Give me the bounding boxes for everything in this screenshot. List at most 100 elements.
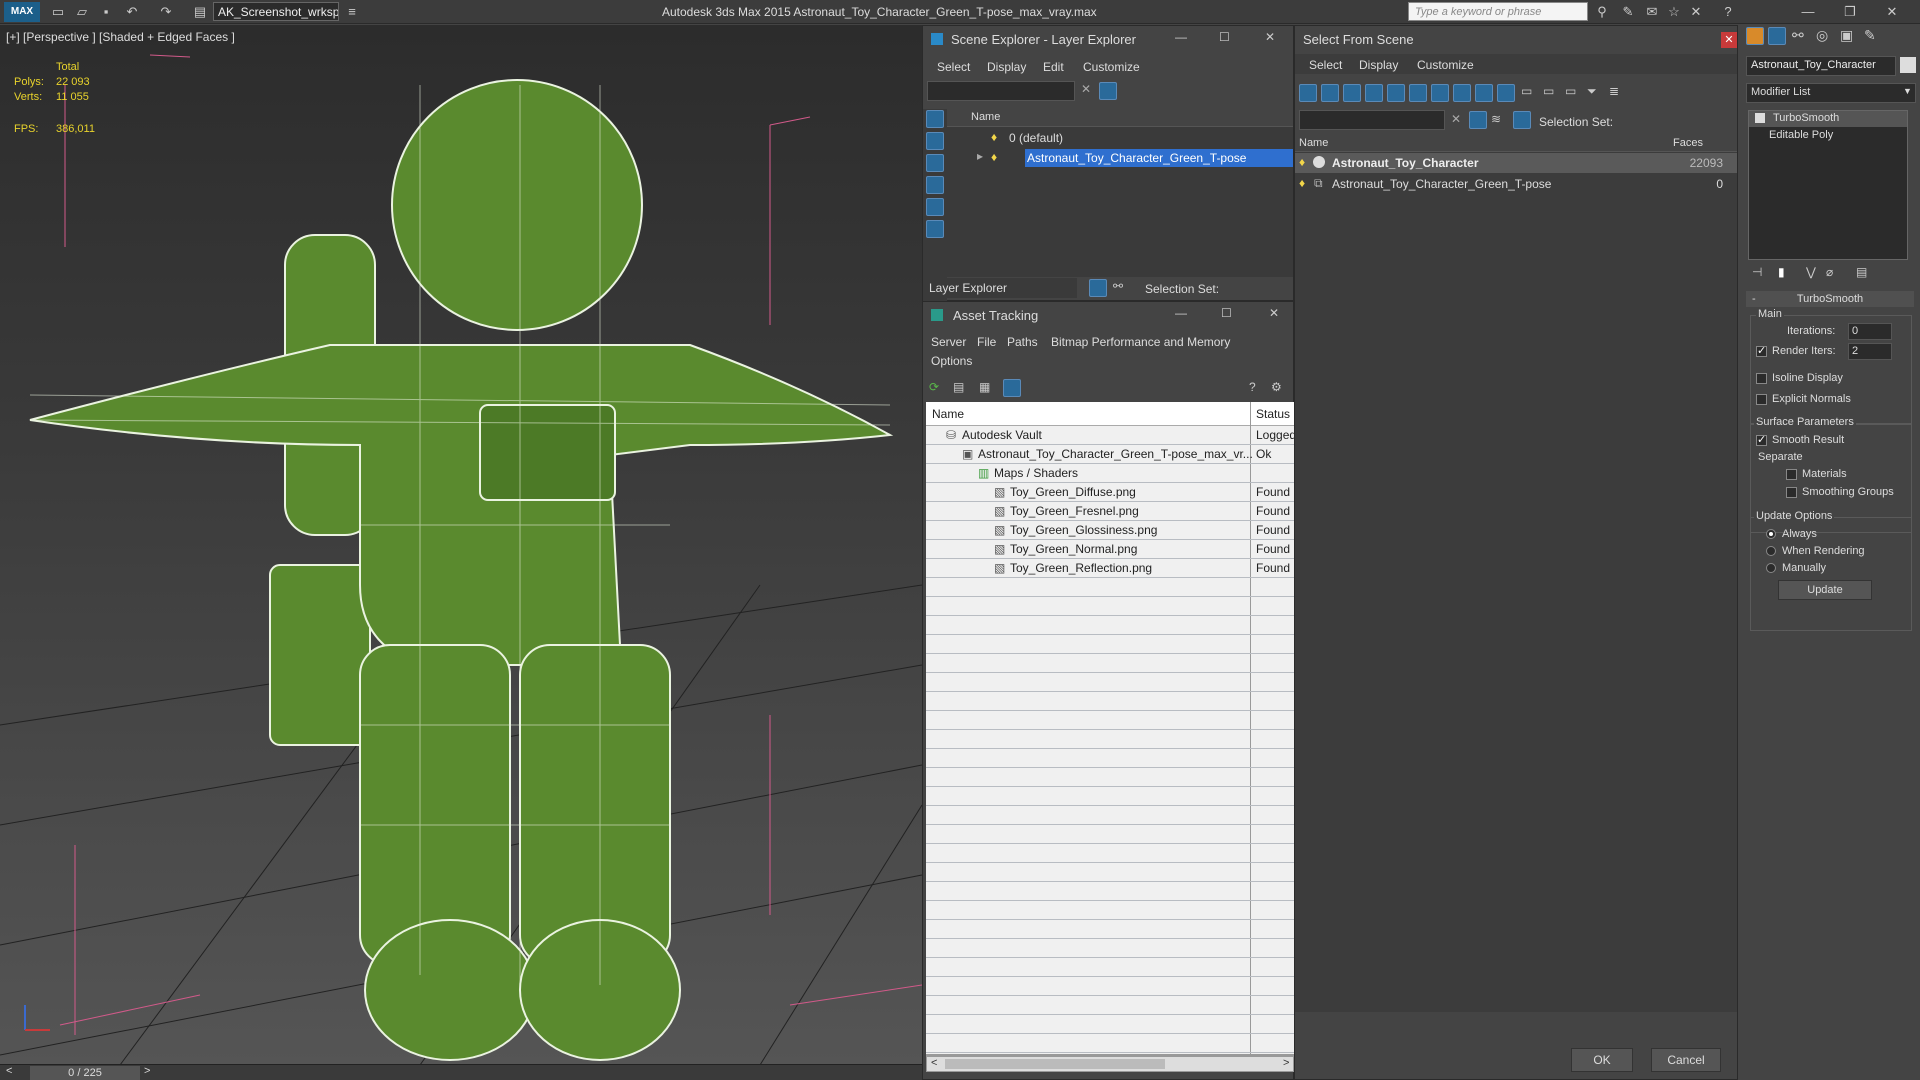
column-name[interactable]: Name (932, 407, 964, 421)
save-icon[interactable]: ▪ (98, 4, 114, 20)
help-icon[interactable]: ? (1720, 4, 1736, 20)
clear-search-icon[interactable]: ✕ (1451, 112, 1461, 126)
xrefs-filter-icon[interactable] (1453, 84, 1471, 102)
cancel-button[interactable]: Cancel (1651, 1048, 1721, 1072)
explorer-type-select[interactable]: Layer Explorer (927, 278, 1077, 298)
frame-counter[interactable]: 0 / 225 (30, 1066, 140, 1080)
menu-customize[interactable]: Customize (1417, 58, 1474, 72)
undo-icon[interactable]: ↶ (124, 4, 140, 20)
render-iters-checkbox[interactable] (1756, 344, 1767, 357)
binoculars-icon[interactable]: ⚲ (1594, 4, 1610, 20)
menu-server[interactable]: Server (931, 335, 966, 349)
layer-row-default[interactable]: ♦ 0 (default) (947, 129, 1293, 147)
cameras-filter-icon[interactable] (1365, 84, 1383, 102)
close-icon[interactable]: ✕ (1269, 306, 1279, 320)
exchange-icon[interactable]: ✕ (1688, 4, 1704, 20)
table-row[interactable]: ▧ Toy_Green_Normal.png Found (926, 540, 1294, 559)
make-unique-icon[interactable]: ⋁ (1806, 265, 1816, 279)
scene-search-input[interactable] (927, 81, 1075, 101)
menu-bitmap-performance[interactable]: Bitmap Performance and Memory (1051, 335, 1230, 349)
helpers-filter-icon[interactable] (1387, 84, 1405, 102)
list-item[interactable]: ♦ Astronaut_Toy_Character 22093 (1295, 153, 1737, 173)
shapes-filter-icon[interactable] (1321, 84, 1339, 102)
column-name[interactable]: Name (947, 109, 1293, 127)
display-cameras-icon[interactable] (926, 176, 944, 194)
light-bulb-icon[interactable]: ♦ (1299, 176, 1305, 190)
table-row[interactable]: ▧ Toy_Green_Fresnel.png Found (926, 502, 1294, 521)
light-bulb-icon[interactable]: ♦ (991, 150, 997, 164)
refresh-icon[interactable]: ⟳ (929, 380, 939, 394)
scroll-left-icon[interactable]: < (931, 1057, 937, 1069)
communication-icon[interactable]: ✉ (1644, 4, 1660, 20)
spacewarps-filter-icon[interactable] (1409, 84, 1427, 102)
utilities-tab-icon[interactable]: ✎ (1864, 27, 1876, 44)
table-row[interactable]: ▣ Astronaut_Toy_Character_Green_T-pose_ma… (926, 445, 1294, 464)
configure-sets-icon[interactable]: ▤ (1856, 265, 1867, 279)
thumbnail-view-icon[interactable]: ▦ (979, 380, 990, 394)
modifier-on-icon[interactable] (1755, 113, 1765, 123)
scroll-right-icon[interactable]: > (1283, 1057, 1289, 1069)
display-spacewarps-icon[interactable] (926, 220, 944, 238)
groups-filter-icon[interactable] (1431, 84, 1449, 102)
menu-paths[interactable]: Paths (1007, 335, 1038, 349)
layer-row-astronaut[interactable]: Astronaut_Toy_Character_Green_T-pose (1025, 149, 1293, 167)
display-tab-icon[interactable]: ▣ (1840, 27, 1853, 44)
display-lights-icon[interactable] (926, 154, 944, 172)
table-view-icon[interactable] (1003, 379, 1021, 397)
table-row[interactable]: ▥ Maps / Shaders (926, 464, 1294, 483)
help-icon[interactable]: ? (1249, 380, 1256, 394)
filter-icon[interactable] (1469, 111, 1487, 129)
containers-filter-icon[interactable] (1497, 84, 1515, 102)
lights-filter-icon[interactable] (1343, 84, 1361, 102)
materials-checkbox[interactable] (1786, 469, 1797, 480)
layer-mode-icon[interactable] (1089, 279, 1107, 297)
display-helpers-icon[interactable] (926, 198, 944, 216)
geometry-filter-icon[interactable] (1299, 84, 1317, 102)
close-icon[interactable]: ✕ (1721, 32, 1737, 48)
new-file-icon[interactable]: ▭ (50, 4, 66, 20)
select-all-icon[interactable]: ▭ (1521, 84, 1532, 98)
modify-tab-icon[interactable] (1768, 27, 1786, 45)
manually-radio[interactable] (1766, 563, 1776, 573)
menu-display[interactable]: Display (987, 60, 1026, 74)
remove-modifier-icon[interactable]: ⌀ (1826, 265, 1833, 279)
render-iters-spinner[interactable]: 2 (1848, 343, 1892, 360)
viewport-label[interactable]: [+] [Perspective ] [Shaded + Edged Faces… (6, 30, 235, 44)
column-name[interactable]: Name (1299, 137, 1328, 149)
filter-icon[interactable] (1099, 82, 1117, 100)
display-shapes-icon[interactable] (926, 132, 944, 150)
restore-icon[interactable]: ❐ (1836, 3, 1864, 21)
hierarchy-icon[interactable] (1513, 111, 1531, 129)
open-file-icon[interactable]: ▱ (74, 4, 90, 20)
minimize-icon[interactable]: — (1175, 30, 1187, 44)
menu-edit[interactable]: Edit (1043, 60, 1064, 74)
expand-arrow-icon[interactable]: ▸ (977, 149, 983, 163)
horizontal-scrollbar[interactable]: < > (926, 1056, 1294, 1072)
scrollbar-thumb[interactable] (945, 1059, 1165, 1069)
project-folder-icon[interactable]: ▤ (192, 4, 208, 20)
smooth-result-checkbox[interactable] (1756, 433, 1767, 446)
iterations-spinner[interactable]: 0 (1848, 323, 1892, 340)
when-rendering-radio[interactable] (1766, 546, 1776, 556)
table-row[interactable]: ⛁ Autodesk Vault Logged (926, 426, 1294, 445)
select-none-icon[interactable]: ▭ (1543, 84, 1554, 98)
app-logo[interactable]: MAX (4, 2, 40, 22)
tools-icon[interactable]: ✎ (1620, 4, 1636, 20)
sort-icon[interactable]: ≣ (1609, 84, 1619, 98)
menu-select[interactable]: Select (937, 60, 970, 74)
menu-file[interactable]: File (977, 335, 996, 349)
pin-stack-icon[interactable]: ⊣ (1752, 265, 1762, 279)
object-color-swatch[interactable] (1900, 57, 1916, 73)
create-tab-icon[interactable] (1746, 27, 1764, 45)
motion-tab-icon[interactable]: ◎ (1816, 27, 1828, 44)
always-radio[interactable] (1766, 529, 1776, 539)
stack-item-turbosmooth[interactable]: TurboSmooth (1749, 111, 1907, 127)
menu-display[interactable]: Display (1359, 58, 1398, 72)
object-name-field[interactable]: Astronaut_Toy_Character (1746, 56, 1896, 76)
light-bulb-icon[interactable]: ♦ (991, 130, 997, 144)
column-faces[interactable]: Faces (1673, 137, 1703, 149)
redo-icon[interactable]: ↷ (158, 4, 174, 20)
table-row[interactable]: ▧ Toy_Green_Diffuse.png Found (926, 483, 1294, 502)
stack-item-editable-poly[interactable]: Editable Poly (1749, 128, 1907, 144)
ok-button[interactable]: OK (1571, 1048, 1633, 1072)
